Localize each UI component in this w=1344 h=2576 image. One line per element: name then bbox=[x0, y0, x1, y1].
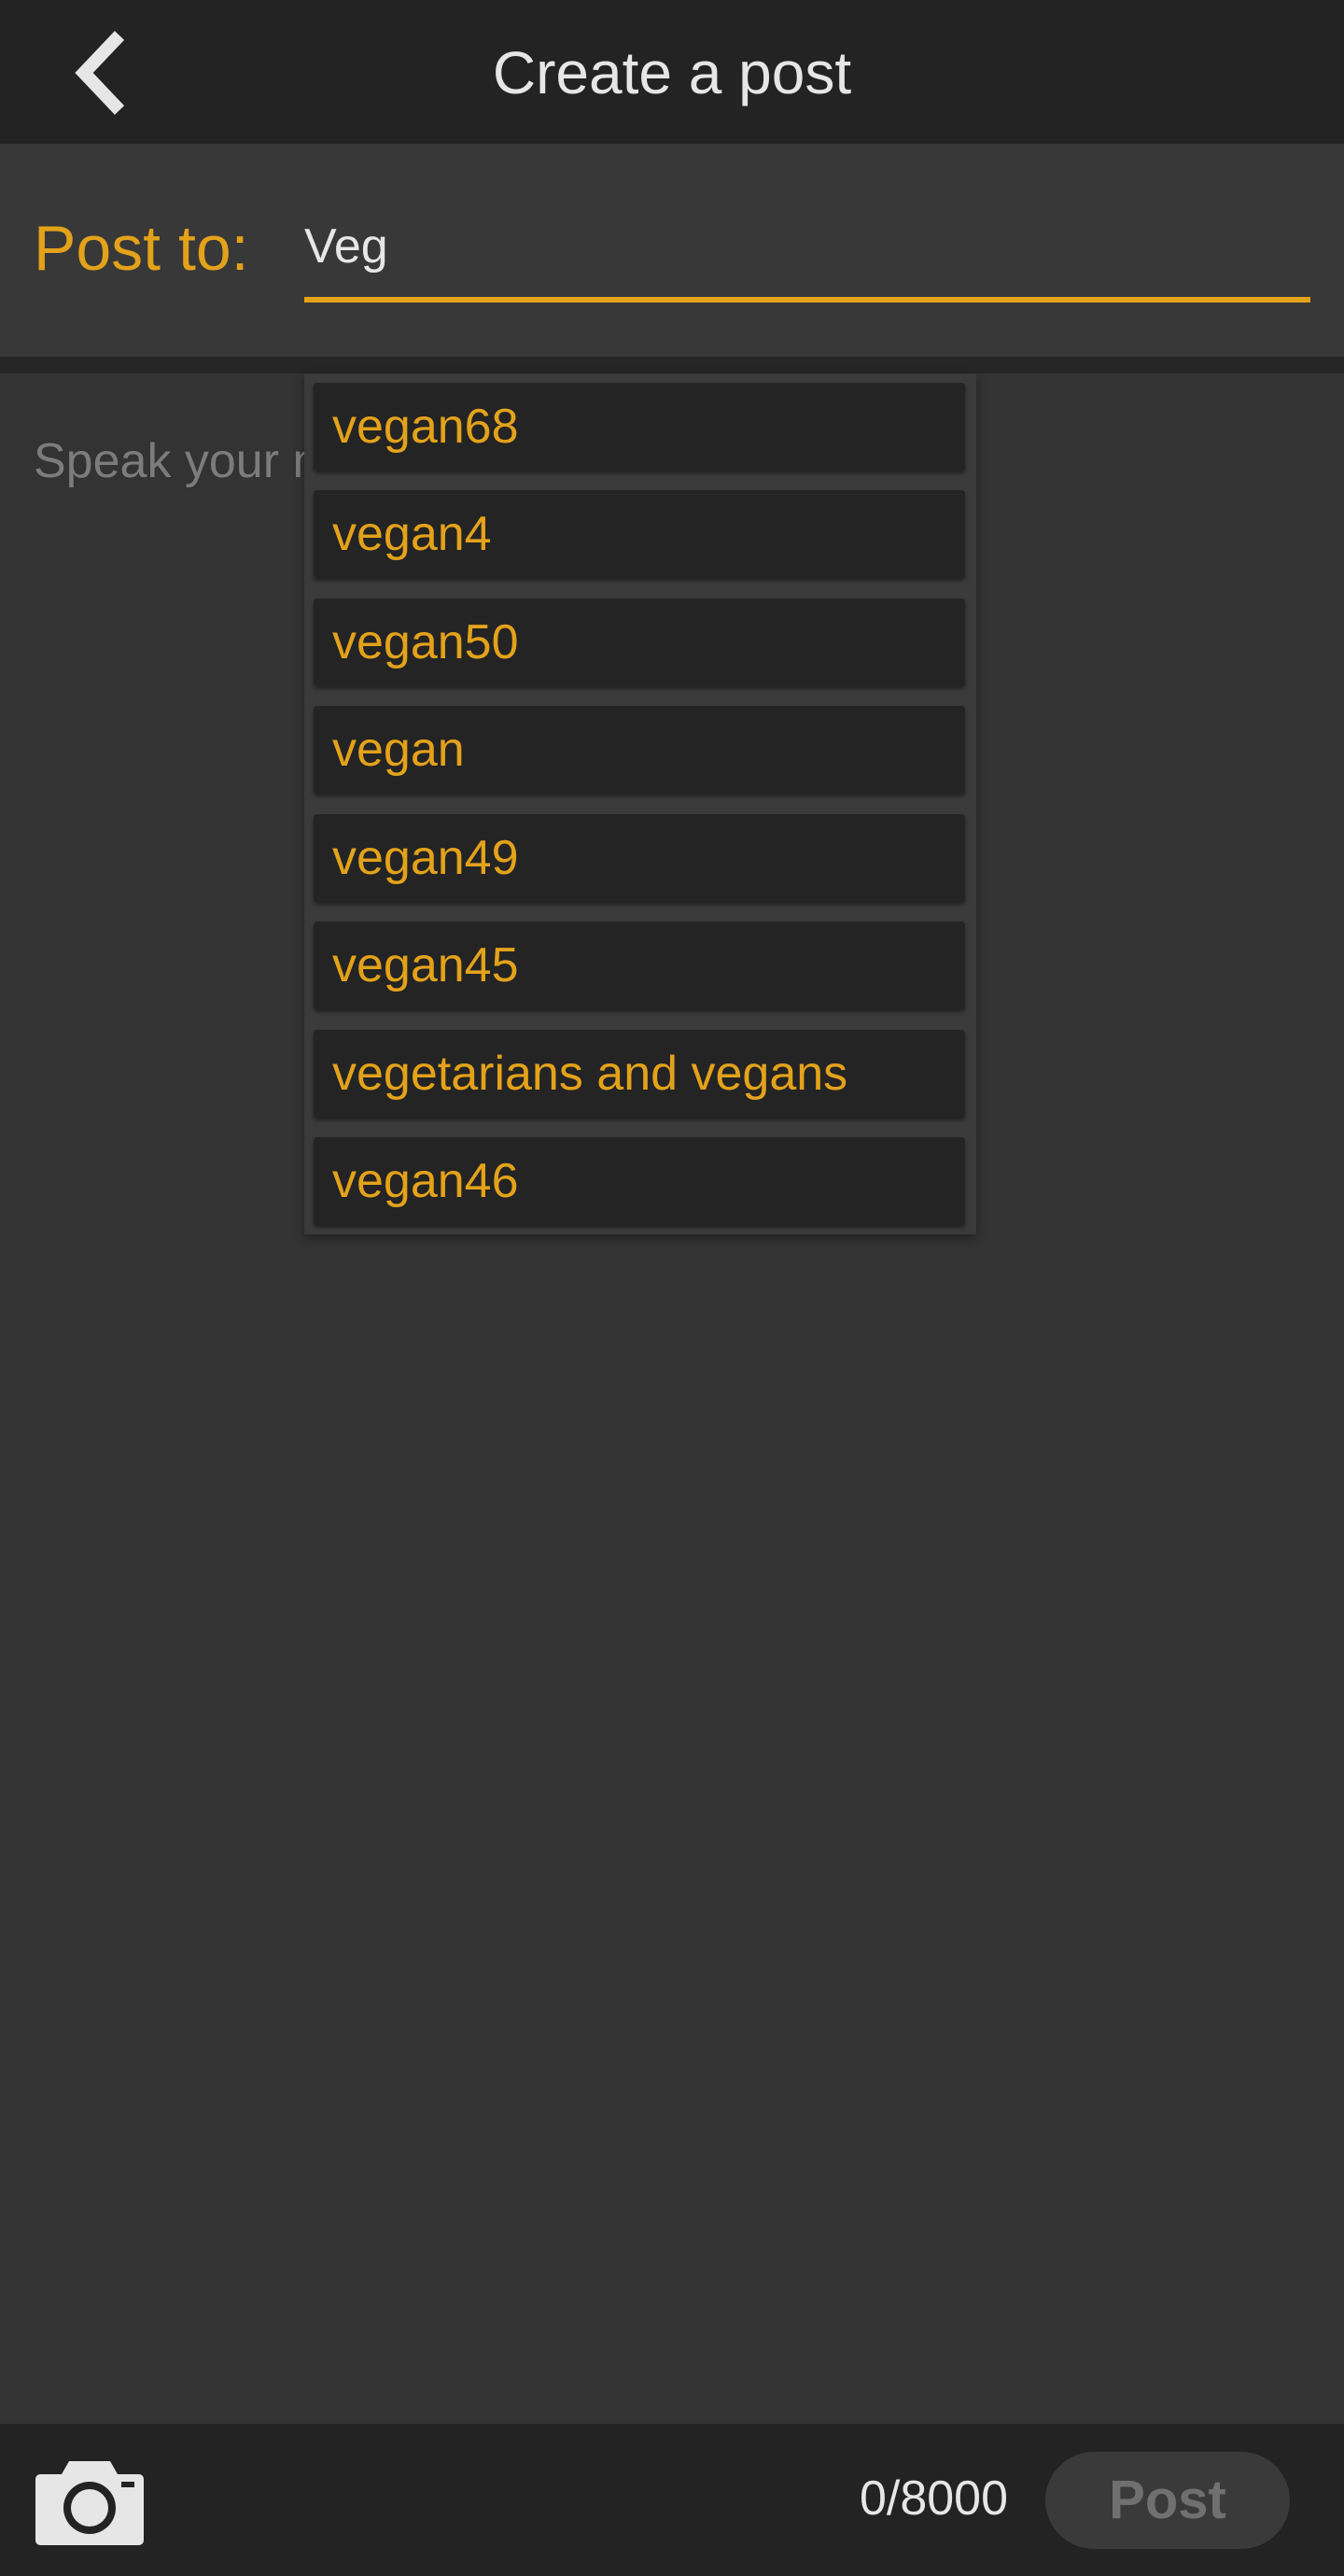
app-header: Create a post bbox=[0, 0, 1344, 145]
post-to-row: Post to: bbox=[0, 144, 1344, 357]
post-to-label: Post to: bbox=[34, 213, 249, 284]
divider bbox=[0, 357, 1344, 373]
post-to-input[interactable] bbox=[304, 207, 1310, 286]
character-count: 0/8000 bbox=[859, 2471, 1008, 2526]
community-suggestions-dropdown: vegan68 vegan4 vegan50 vegan vegan49 veg… bbox=[304, 373, 976, 1234]
suggestion-item[interactable]: vegan4 bbox=[314, 490, 965, 578]
add-photo-button[interactable] bbox=[32, 2454, 147, 2547]
page-title: Create a post bbox=[492, 39, 852, 106]
suggestion-item[interactable]: vegan46 bbox=[314, 1137, 965, 1225]
suggestion-item[interactable]: vegan49 bbox=[314, 814, 965, 902]
post-button[interactable]: Post bbox=[1045, 2452, 1290, 2549]
post-to-field[interactable] bbox=[304, 200, 1310, 303]
suggestion-item[interactable]: vegetarians and vegans bbox=[314, 1030, 965, 1118]
suggestion-item[interactable]: vegan bbox=[314, 706, 965, 794]
suggestion-item[interactable]: vegan68 bbox=[314, 383, 965, 471]
suggestion-item[interactable]: vegan45 bbox=[314, 922, 965, 1009]
post-body-placeholder: Speak your m bbox=[34, 434, 333, 488]
composer-footer: 0/8000 Post bbox=[0, 2424, 1344, 2576]
camera-icon bbox=[32, 2461, 147, 2551]
suggestion-item[interactable]: vegan50 bbox=[314, 598, 965, 686]
